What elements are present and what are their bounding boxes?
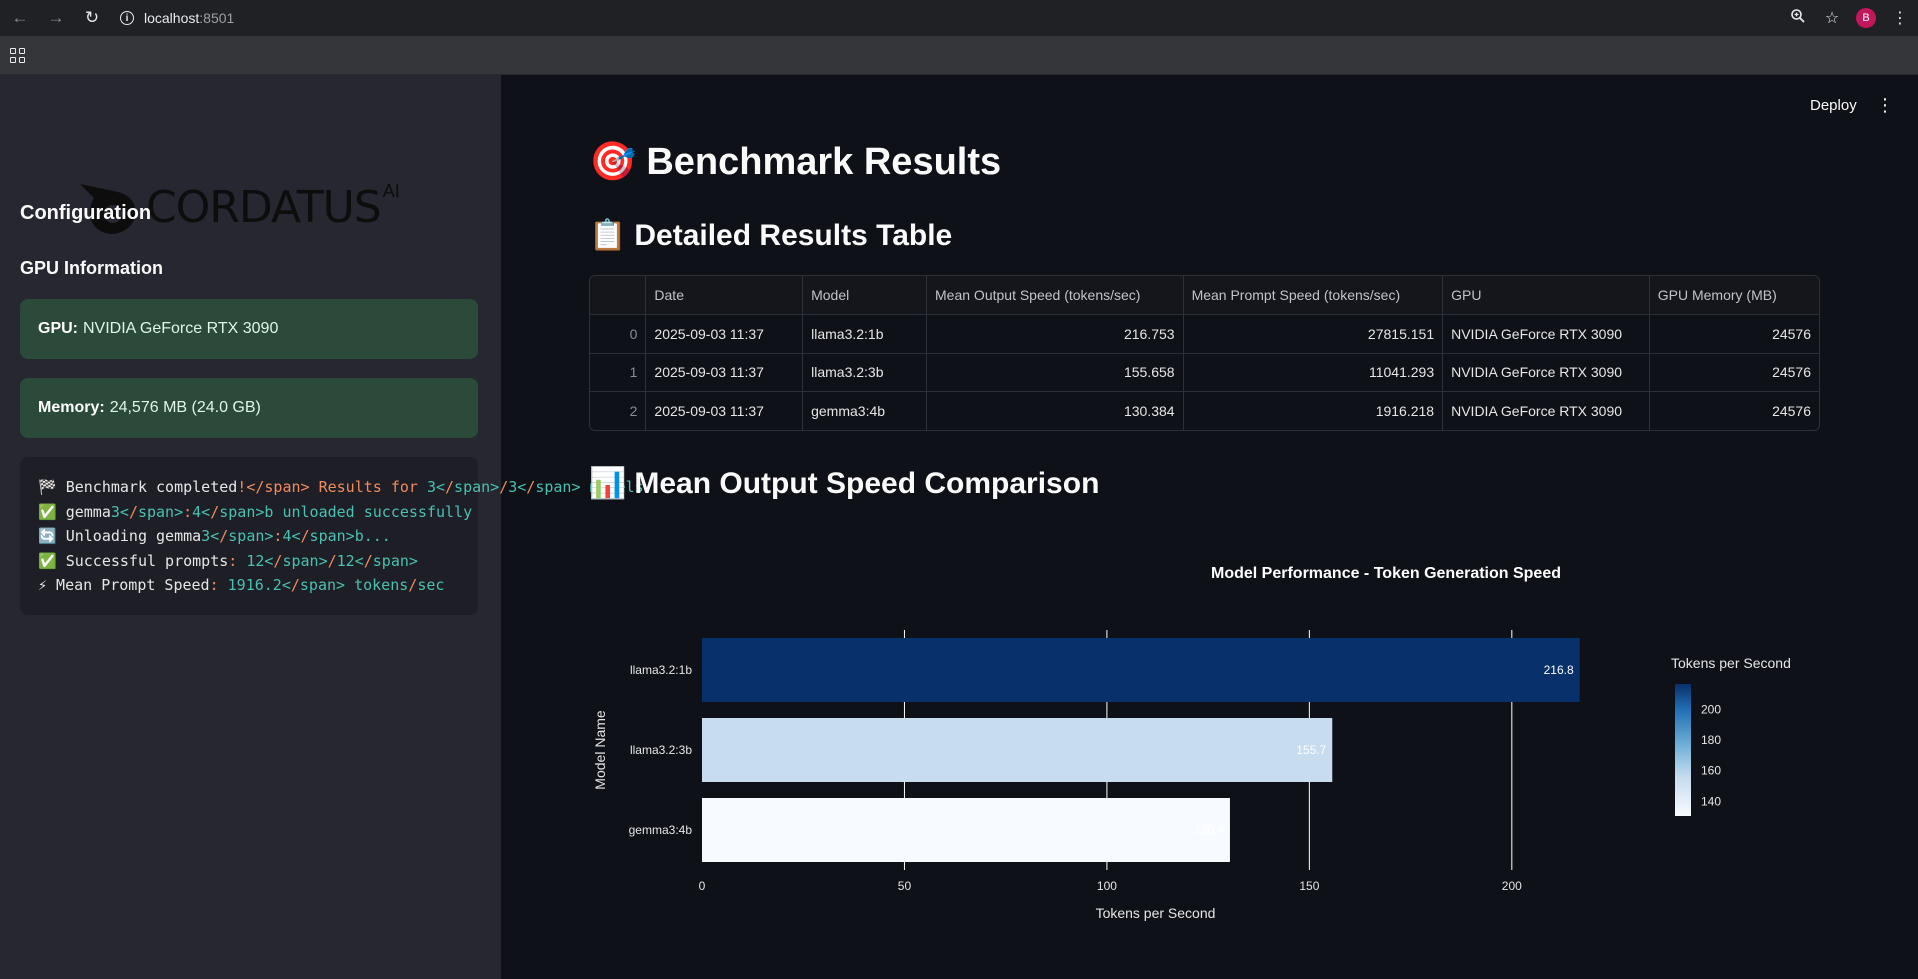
bar-data-label: 155.7 (1296, 743, 1326, 757)
table-cell: 155.658 (926, 353, 1184, 392)
log-line: ✅ Successful prompts: 12</span>/12</span… (38, 551, 418, 570)
bar (702, 638, 1580, 702)
table-row[interactable]: 1 2025-09-03 11:37 llama3.2:3b 155.658 11041… (590, 353, 1819, 392)
y-tick-label: gemma3:4b (629, 823, 693, 837)
table-heading: 📋 Detailed Results Table (589, 218, 952, 253)
chart-heading: 📊 Mean Output Speed Comparison (589, 466, 1099, 501)
bookmark-star-icon[interactable]: ☆ (1822, 8, 1842, 28)
table-heading-text: Detailed Results Table (634, 218, 953, 252)
benchmark-log: 🏁 Benchmark completed!</span> Results fo… (20, 457, 644, 615)
row-index: 0 (590, 314, 647, 354)
table-cell: 216.753 (926, 314, 1184, 354)
gpu-alert: GPU: NVIDIA GeForce RTX 3090 (20, 299, 478, 359)
gpu-label: GPU: (38, 320, 78, 337)
colorbar-tick-label: 140 (1701, 794, 1721, 808)
column-header[interactable]: Date (645, 276, 804, 315)
speed-bar-chart[interactable]: Model Performance - Token Generation Spe… (589, 548, 1820, 948)
table-cell: 27815.151 (1183, 314, 1444, 354)
y-axis-label: Model Name (592, 710, 608, 790)
bar-chart-icon: 📊 (589, 467, 627, 500)
x-tick-label: 0 (699, 879, 706, 893)
table-row[interactable]: 2 2025-09-03 11:37 gemma3:4b 130.384 1916.21… (590, 391, 1819, 430)
table-cell: llama3.2:3b (802, 353, 928, 392)
table-cell: 11041.293 (1183, 353, 1444, 392)
column-header[interactable]: GPU (1442, 276, 1650, 315)
logo-text: CORDATUS (146, 181, 382, 233)
zoom-icon[interactable] (1788, 8, 1808, 29)
column-header[interactable]: Mean Prompt Speed (tokens/sec) (1183, 276, 1444, 315)
gpu-value: NVIDIA GeForce RTX 3090 (83, 320, 279, 337)
colorbar (1675, 684, 1691, 816)
table-cell: 24576 (1649, 353, 1819, 392)
log-line: 🔄 Unloading gemma3</span>:4</span>b... (38, 527, 391, 545)
table-cell: 2025-09-03 11:37 (645, 314, 804, 354)
memory-alert: Memory: 24,576 MB (24.0 GB) (20, 378, 478, 438)
column-header[interactable] (590, 276, 647, 315)
table-cell: 2025-09-03 11:37 (645, 391, 804, 430)
profile-avatar[interactable]: B (1856, 8, 1876, 28)
memory-value: 24,576 MB (24.0 GB) (109, 399, 261, 416)
table-cell: 24576 (1772, 403, 1811, 419)
column-header[interactable]: Model (802, 276, 928, 315)
main-menu-icon[interactable]: ⋮ (1876, 95, 1894, 116)
forward-icon[interactable]: → (38, 0, 74, 36)
memory-label: Memory: (38, 399, 105, 416)
address-bar[interactable]: i localhost:8501 (120, 4, 234, 32)
logo-suffix: AI (382, 181, 400, 201)
configuration-heading: Configuration (20, 202, 152, 224)
table-cell: NVIDIA GeForce RTX 3090 (1442, 314, 1650, 354)
column-header[interactable]: Mean Output Speed (tokens/sec) (926, 276, 1184, 315)
target-icon: 🎯 (589, 141, 637, 183)
table-cell: gemma3:4b (802, 391, 928, 430)
gpu-information-heading: GPU Information (20, 258, 163, 278)
table-cell: 24576 (1649, 314, 1819, 354)
reload-icon[interactable]: ↻ (74, 0, 110, 36)
table-cell: NVIDIA GeForce RTX 3090 (1442, 353, 1650, 392)
y-tick-label: llama3.2:3b (630, 743, 692, 757)
table-row[interactable]: 0 2025-09-03 11:37 llama3.2:1b 216.753 27815… (590, 314, 1819, 354)
colorbar-title: Tokens per Second (1671, 655, 1791, 671)
table-cell: 2025-09-03 11:37 (645, 353, 804, 392)
bar-data-label: 130.4 (1194, 823, 1224, 837)
chart-title: Model Performance - Token Generation Spe… (1211, 565, 1561, 582)
page-title: 🎯 Benchmark Results (589, 140, 1001, 184)
site-info-icon[interactable]: i (120, 11, 134, 25)
results-table[interactable]: Date Model Mean Output Speed (tokens/sec) M… (589, 275, 1820, 431)
x-axis-label: Tokens per Second (1096, 905, 1216, 921)
row-index: 1 (590, 353, 647, 392)
apps-grid-icon[interactable] (10, 48, 25, 63)
x-tick-label: 50 (898, 879, 912, 893)
colorbar-tick-label: 180 (1701, 733, 1721, 747)
x-tick-label: 150 (1299, 879, 1319, 893)
bar-data-label: 216.8 (1544, 663, 1574, 677)
log-line: ⚡ Mean Prompt Speed: 1916.2</span> token… (38, 576, 445, 594)
browser-toolbar: ← → ↻ i localhost:8501 ☆ B ⋮ (0, 0, 1918, 36)
column-header[interactable]: GPU Memory (MB) (1649, 276, 1819, 315)
url-host: localhost (144, 10, 200, 26)
deploy-button[interactable]: Deploy (1810, 97, 1857, 114)
bar (702, 718, 1333, 782)
log-line: ✅ gemma3</span>:4</span>b unloaded succe… (38, 502, 473, 521)
bar (702, 798, 1230, 862)
table-cell: NVIDIA GeForce RTX 3090 (1442, 391, 1650, 430)
table-cell: llama3.2:1b (802, 314, 928, 354)
clipboard-icon: 📋 (589, 219, 627, 252)
table-cell: 130.384 (926, 391, 1184, 430)
x-tick-label: 100 (1097, 879, 1117, 893)
x-tick-label: 200 (1502, 879, 1522, 893)
url-port: :8501 (199, 10, 235, 26)
colorbar-tick-label: 200 (1701, 703, 1721, 717)
chart-heading-text: Mean Output Speed Comparison (634, 466, 1100, 500)
page-title-text: Benchmark Results (646, 140, 1002, 183)
table-cell: 1916.218 (1183, 391, 1444, 430)
log-line: 🏁 Benchmark completed!</span> Results fo… (38, 478, 644, 496)
y-tick-label: llama3.2:1b (630, 663, 692, 677)
back-icon[interactable]: ← (2, 0, 38, 36)
bookmarks-bar (0, 36, 1918, 75)
browser-menu-icon[interactable]: ⋮ (1890, 8, 1910, 28)
colorbar-tick-label: 160 (1701, 764, 1721, 778)
row-index: 2 (590, 391, 647, 430)
